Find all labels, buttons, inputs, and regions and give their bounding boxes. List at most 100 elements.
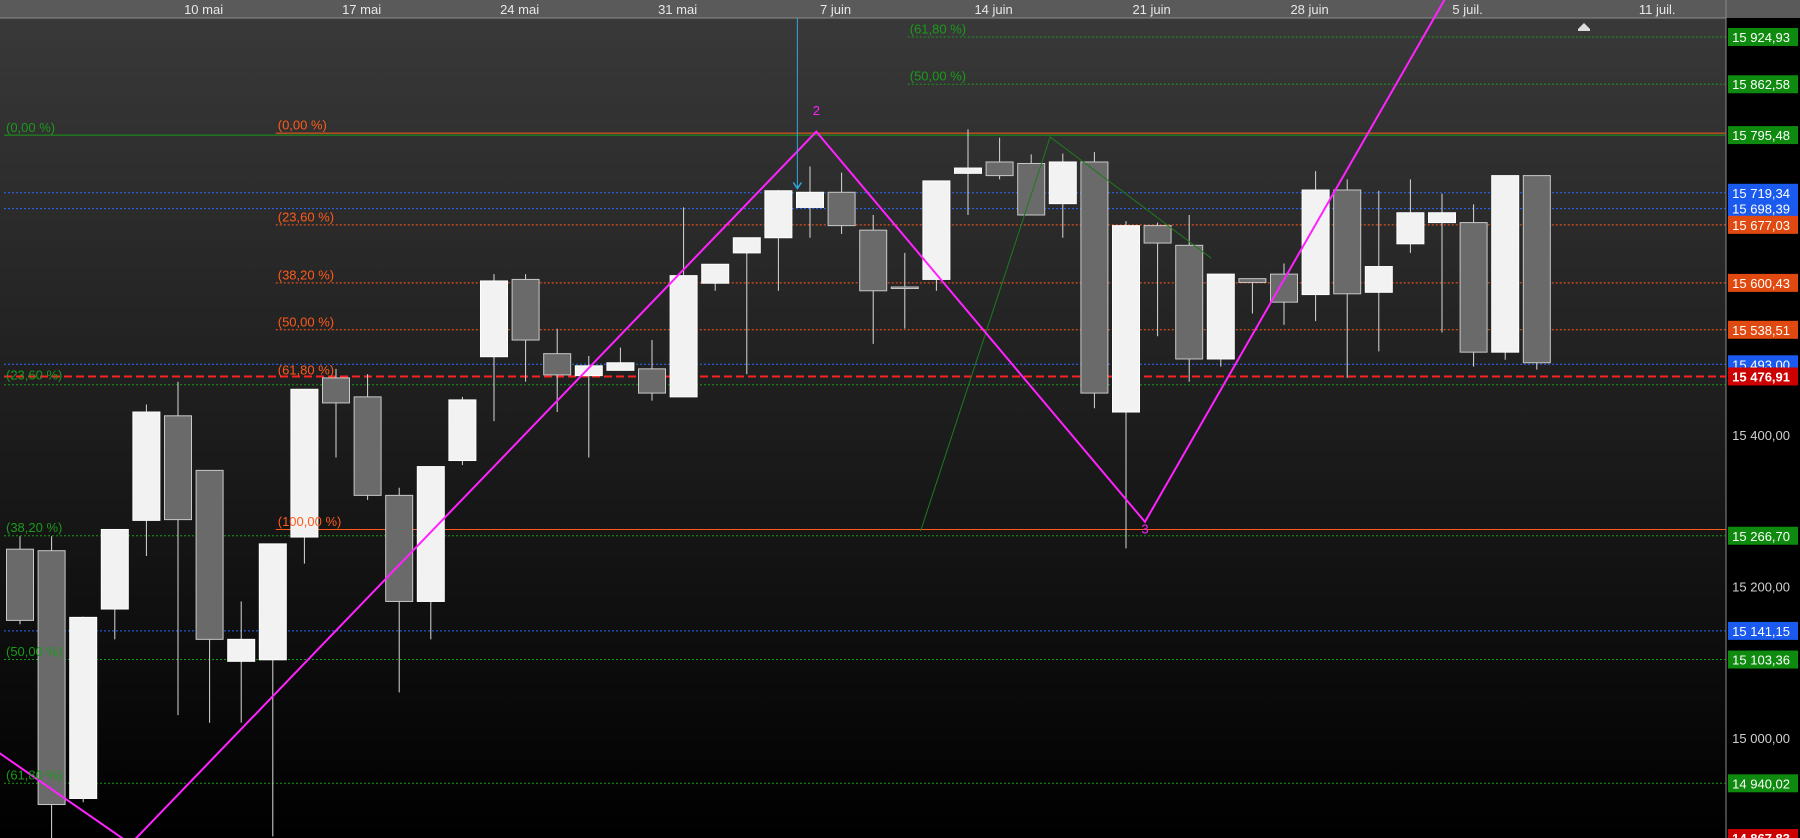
candle[interactable] (1301, 171, 1330, 322)
candle[interactable] (574, 355, 603, 458)
candle[interactable] (69, 616, 98, 803)
candle[interactable] (732, 237, 761, 375)
candle[interactable] (1333, 179, 1362, 378)
candle[interactable] (322, 368, 350, 458)
candle[interactable] (1080, 152, 1109, 409)
x-tick-label: 14 juin (974, 2, 1012, 17)
candle[interactable] (195, 469, 224, 723)
candle-body (195, 469, 224, 640)
candle-body (480, 280, 508, 358)
fib-level-label: (50,00 %) (278, 315, 334, 330)
candle-body (448, 399, 477, 462)
candle[interactable] (511, 274, 540, 382)
candle-body (164, 415, 192, 521)
candle[interactable] (6, 536, 34, 625)
x-axis-strip (0, 0, 1800, 18)
candle-body (322, 377, 350, 404)
candle[interactable] (416, 466, 445, 640)
candle-body (1364, 266, 1393, 293)
candlestick-chart[interactable]: 15 924,93 15 862,58 15 795,48 15 719,34 15 6… (0, 0, 1800, 838)
fib-level-label: (0,00 %) (278, 118, 327, 133)
candle[interactable] (164, 381, 192, 716)
candle-body (606, 362, 635, 371)
candle-body (764, 190, 793, 239)
x-tick-label: 24 mai (500, 2, 539, 17)
candle[interactable] (480, 274, 508, 422)
fib-level-label: (0,00 %) (6, 120, 55, 135)
chart-canvas[interactable]: 15 924,9315 862,5815 795,4815 719,3415 6… (0, 0, 1800, 838)
candle[interactable] (1428, 193, 1456, 333)
price-tag-label: 15 600,43 (1732, 276, 1790, 291)
candle-body (732, 237, 761, 254)
candle-body (796, 191, 824, 208)
candle[interactable] (290, 388, 319, 564)
price-tag-label: 15 924,93 (1732, 30, 1790, 45)
candle[interactable] (100, 528, 129, 640)
candle-body (638, 368, 666, 394)
candle-body (701, 263, 730, 284)
fib-level-label: (38,20 %) (278, 268, 334, 283)
candle[interactable] (353, 374, 382, 500)
price-tag-label: 15 266,70 (1732, 529, 1790, 544)
fib-level-label: (23,60 %) (6, 368, 62, 383)
candle-body (922, 180, 951, 280)
candle[interactable] (448, 396, 477, 466)
fib-level-label: (50,00 %) (6, 644, 62, 659)
candle[interactable] (669, 207, 698, 398)
candle[interactable] (954, 129, 982, 216)
candle-body (258, 543, 287, 661)
candle[interactable] (638, 340, 666, 401)
candle-body (1396, 212, 1425, 245)
price-tag-label: 15 476,91 (1732, 369, 1790, 384)
candle[interactable] (1491, 175, 1520, 360)
candle[interactable] (227, 601, 256, 723)
candle-body (6, 548, 34, 621)
candle-body (890, 286, 919, 290)
x-tick-label: 7 juin (820, 2, 851, 17)
x-tick-label: 10 mai (184, 2, 223, 17)
candle[interactable] (1364, 190, 1393, 352)
candle-body (1048, 161, 1077, 205)
candle[interactable] (258, 543, 287, 837)
price-tag-label: 15 677,03 (1732, 218, 1790, 233)
candle[interactable] (1143, 222, 1172, 337)
price-tag-label: 15 538,51 (1732, 323, 1790, 338)
fib-level-label: (50,00 %) (910, 68, 966, 83)
candle-body (1112, 225, 1140, 413)
candle[interactable] (1206, 273, 1235, 367)
candle[interactable] (827, 172, 856, 234)
candle-body (353, 396, 382, 496)
candle[interactable] (890, 252, 919, 329)
x-tick-label: 31 mai (658, 2, 697, 17)
candle-body (1080, 161, 1109, 394)
candle-body (827, 191, 856, 227)
candle[interactable] (1459, 204, 1488, 367)
candle-body (985, 161, 1014, 177)
candle[interactable] (1175, 215, 1204, 382)
candle[interactable] (985, 137, 1014, 180)
candle[interactable] (132, 404, 161, 556)
candle[interactable] (37, 536, 66, 838)
candle[interactable] (1017, 154, 1046, 216)
candle[interactable] (764, 190, 793, 291)
fib-level-label: (38,20 %) (6, 520, 62, 535)
price-tag-label: 15 698,39 (1732, 202, 1790, 217)
candle[interactable] (859, 215, 888, 344)
candle[interactable] (701, 263, 730, 291)
candle[interactable] (1396, 179, 1425, 253)
candle-body (100, 528, 129, 610)
x-tick-label: 17 mai (342, 2, 381, 17)
grid-layer (0, 0, 1800, 838)
candle[interactable] (385, 487, 414, 693)
candle[interactable] (796, 166, 824, 238)
candle[interactable] (1238, 278, 1267, 314)
candle[interactable] (606, 347, 635, 371)
candle-body (1238, 278, 1267, 283)
home-icon (1578, 23, 1590, 31)
candle-body (511, 278, 540, 341)
candle[interactable] (1522, 175, 1551, 370)
candle-body (69, 616, 98, 799)
fib-level-label: (100,00 %) (278, 514, 342, 529)
fib-level-label: (23,60 %) (278, 209, 334, 224)
x-tick-label: 28 juin (1290, 2, 1328, 17)
